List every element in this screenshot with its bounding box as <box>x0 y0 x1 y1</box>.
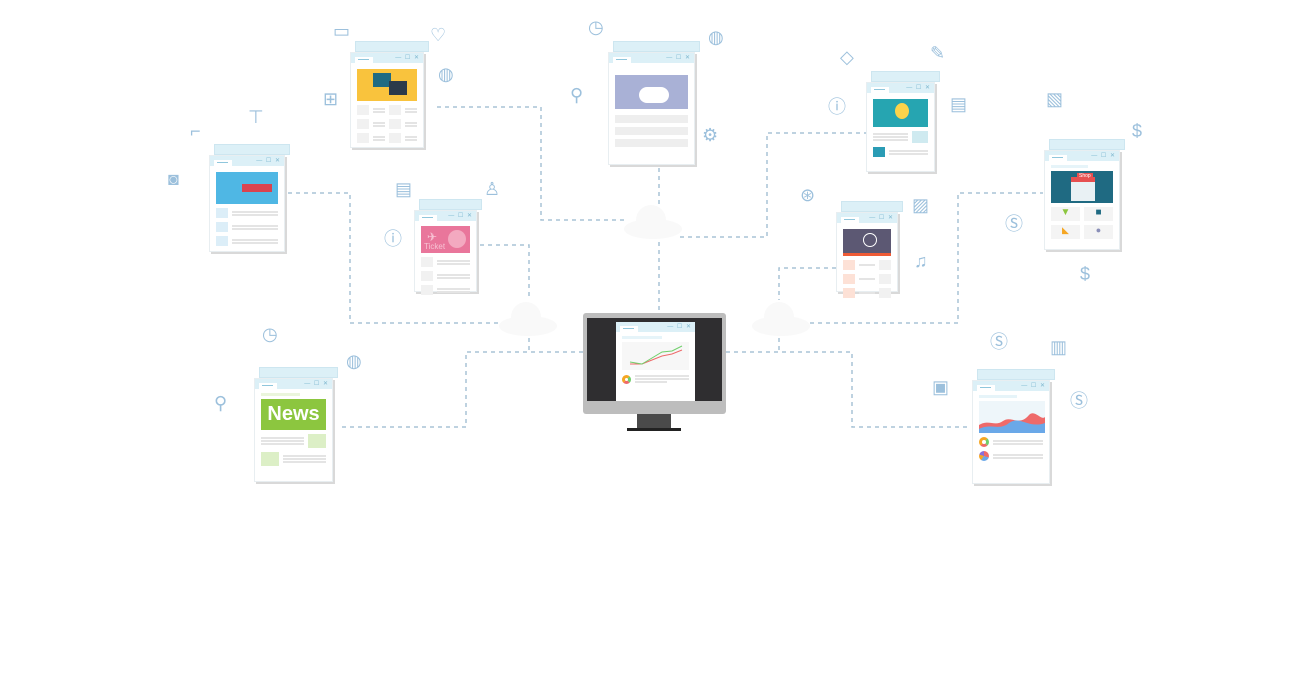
shirt-icon: ⊤ <box>248 107 264 127</box>
ticket-banner: ✈ Ticket <box>421 226 470 253</box>
gear-icon: ⚙ <box>702 125 719 145</box>
banknote-icon: ▧ <box>1046 89 1064 109</box>
monitor: — ☐ ✕ <box>583 313 726 414</box>
info-icon: ⓘ <box>828 97 846 117</box>
dollar-icon: Ⓢ <box>990 332 1008 352</box>
cloud-window[interactable]: — ☐ ✕ <box>608 41 700 165</box>
info-icon: ⓘ <box>384 229 402 249</box>
globe-icon: ◍ <box>438 64 454 84</box>
globe-icon: ◍ <box>708 27 724 47</box>
shoe-item: ◣ <box>1051 225 1080 239</box>
graduation-cap-icon: ◇ <box>840 47 854 67</box>
idea-banner <box>873 99 928 127</box>
avatar <box>261 452 279 466</box>
cloud-left <box>499 302 557 336</box>
heart-icon: ♡ <box>430 25 447 45</box>
pie-chart-icon <box>979 451 989 461</box>
newspaper-icon: ▤ <box>395 179 413 199</box>
chat-banner <box>357 69 417 101</box>
chat-bubble-icon: ▭ <box>333 21 351 41</box>
watch-item: ● <box>1084 225 1113 239</box>
storefront-icon <box>1071 177 1095 201</box>
shirt-item: ▼ <box>1051 207 1080 221</box>
shop-window[interactable]: — ☐ ✕ Shop ▼ ■ ◣ ● <box>1044 139 1125 250</box>
magnifier-icon: ⚲ <box>570 85 584 105</box>
cloud-right <box>752 302 810 336</box>
heel-icon: ⌐ <box>190 121 201 141</box>
line-chart <box>622 342 689 370</box>
payment-banner <box>216 172 278 204</box>
monitor-stand <box>637 414 671 428</box>
connector-travel <box>480 244 530 300</box>
avatar <box>308 434 326 448</box>
video-banner <box>843 229 891 256</box>
dollar-icon: Ⓢ <box>1005 214 1023 234</box>
connector-video <box>778 267 836 300</box>
newspaper-icon: ▤ <box>950 94 968 114</box>
music-note-icon: ♫ <box>914 251 928 271</box>
cloud-banner <box>615 75 688 109</box>
monitor-base <box>627 428 681 431</box>
donut-chart-icon <box>979 437 989 447</box>
monitor-screen: — ☐ ✕ <box>587 318 722 401</box>
news-window[interactable]: — ☐ ✕ News <box>254 367 338 482</box>
area-chart <box>979 401 1045 433</box>
shop-sign: Shop <box>1077 173 1093 179</box>
dollar-icon: Ⓢ <box>1070 391 1088 411</box>
news-banner: News <box>261 399 326 430</box>
lightbulb-icon <box>895 103 909 119</box>
camera-icon: ◙ <box>168 169 179 189</box>
shop-banner: Shop <box>1051 171 1113 203</box>
chat-window[interactable]: — ☐ ✕ <box>350 41 429 148</box>
dollar-icon: $ <box>1132 121 1143 141</box>
cloud-icon <box>639 87 669 103</box>
stopwatch-icon: ◷ <box>262 324 278 344</box>
globe-icon: ◍ <box>346 351 362 371</box>
payment-window[interactable]: — ☐ ✕ <box>209 144 290 252</box>
idea-window[interactable]: — ☐ ✕ <box>866 71 940 172</box>
dashboard-window: — ☐ ✕ <box>616 322 695 401</box>
analytics-window[interactable]: — ☐ ✕ <box>972 369 1055 484</box>
video-window[interactable]: — ☐ ✕ <box>836 201 903 298</box>
dollar-icon: $ <box>1080 264 1091 284</box>
stamp-icon: ♙ <box>484 179 501 199</box>
play-icon <box>863 233 877 247</box>
hand-money-icon <box>242 184 272 192</box>
stopwatch-icon: ◷ <box>588 17 604 37</box>
magnifier-icon: ⚲ <box>214 393 228 413</box>
camera-item: ■ <box>1084 207 1113 221</box>
chat-bubble-icon <box>389 81 407 95</box>
cloud-top <box>624 205 682 239</box>
globe-icon <box>448 230 466 248</box>
ticket-card-icon: ▣ <box>932 377 950 397</box>
gift-icon: ⊞ <box>323 89 339 109</box>
clapper-icon: ▨ <box>912 195 930 215</box>
pencil-icon: ✎ <box>930 43 946 63</box>
travel-window[interactable]: — ☐ ✕ ✈ Ticket <box>414 199 482 295</box>
donut-chart-icon <box>622 374 631 384</box>
bar-chart-icon: ▥ <box>1050 337 1068 357</box>
connector-news <box>338 351 583 428</box>
film-camera-icon: ⊛ <box>800 185 816 205</box>
